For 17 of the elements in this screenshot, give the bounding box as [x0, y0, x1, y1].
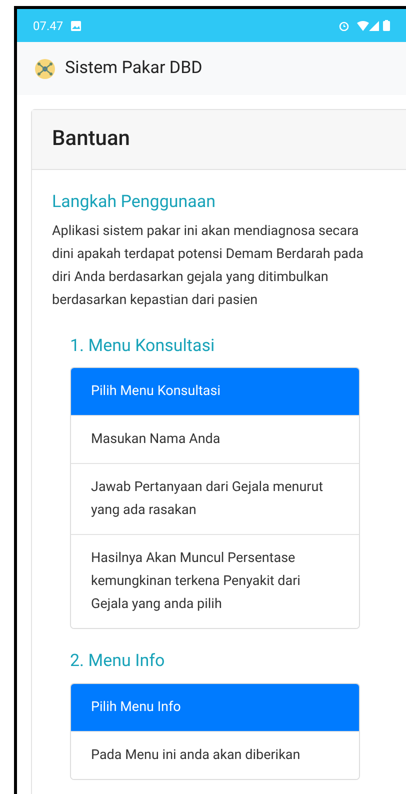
- card-title: Bantuan: [52, 126, 130, 153]
- intro-paragraph: Aplikasi sistem pakar ini akan mendiagnosa secara dini apakah terdapat potensi Demam Berdarah pada diri Anda berdasarkan gejala yang ditimbulkan berdasarkan kepastian dari pasien: [52, 222, 364, 310]
- status-time: 07.47: [33, 18, 64, 34]
- app-title: Sistem Pakar DBD: [65, 56, 202, 80]
- alarm-icon: [339, 20, 349, 30]
- step-heading: 1. Menu Konsultasi: [70, 334, 216, 358]
- section-heading: Langkah Penggunaan: [52, 191, 217, 214]
- wifi-icon: [357, 20, 369, 30]
- list-item: Pilih Menu Konsultasi: [71, 368, 359, 415]
- signal-icon: [369, 20, 379, 30]
- list-item: Pilih Menu Info: [71, 684, 359, 730]
- list-item: Hasilnya Akan Muncul Persentase kemungkinan terkena Penyakit dari Gejala yang anda pilih: [71, 534, 359, 628]
- image-icon: [71, 20, 82, 30]
- step-heading: 2. Menu Info: [70, 650, 166, 673]
- network-logo-icon: [33, 56, 57, 80]
- battery-icon: [383, 20, 390, 31]
- list-item: Pada Menu ini anda akan diberikan: [71, 730, 359, 778]
